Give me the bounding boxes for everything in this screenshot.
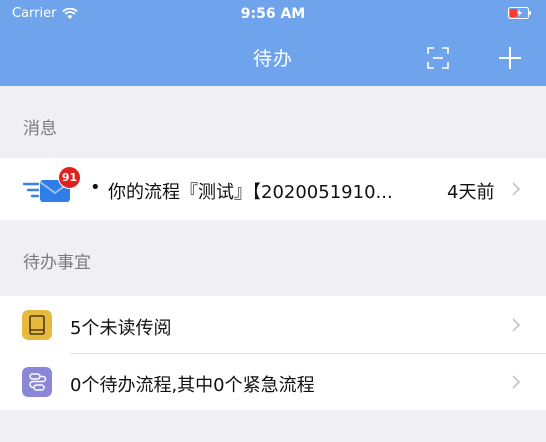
chevron-right-icon <box>512 375 521 389</box>
navigation-bar: 待办 <box>0 30 546 86</box>
message-text: 你的流程『测试』【2020051910... <box>108 182 393 203</box>
messages-header-label: 消息 <box>23 119 57 139</box>
todo-label: 0个待办流程,其中0个紧急流程 <box>70 375 315 396</box>
status-bar: Carrier 9:56 AM <box>0 0 546 30</box>
todo-label: 5个未读传阅 <box>70 318 172 339</box>
message-row[interactable]: 91 • 你的流程『测试』【2020051910... 4天前 <box>0 158 546 220</box>
top-bar: Carrier 9:56 AM 待办 <box>0 0 546 86</box>
todo-item-unread-circulation[interactable]: 5个未读传阅 <box>0 296 546 354</box>
unread-badge: 91 <box>58 166 81 189</box>
todo-section-header: 待办事宜 <box>0 220 546 296</box>
status-time: 9:56 AM <box>240 6 306 22</box>
bullet: • <box>90 177 101 198</box>
chevron-right-icon <box>512 318 521 332</box>
todo-header-label: 待办事宜 <box>23 253 91 273</box>
book-icon <box>22 310 52 340</box>
battery-icon <box>508 7 531 19</box>
add-icon[interactable] <box>492 40 528 76</box>
scan-icon[interactable] <box>420 40 456 76</box>
chevron-right-icon <box>512 182 521 196</box>
flow-icon <box>22 367 52 397</box>
messages-section-header: 消息 <box>0 86 546 158</box>
page-title: 待办 <box>252 48 293 70</box>
todo-item-pending-flows[interactable]: 0个待办流程,其中0个紧急流程 <box>0 354 546 410</box>
message-time: 4天前 <box>447 182 495 203</box>
